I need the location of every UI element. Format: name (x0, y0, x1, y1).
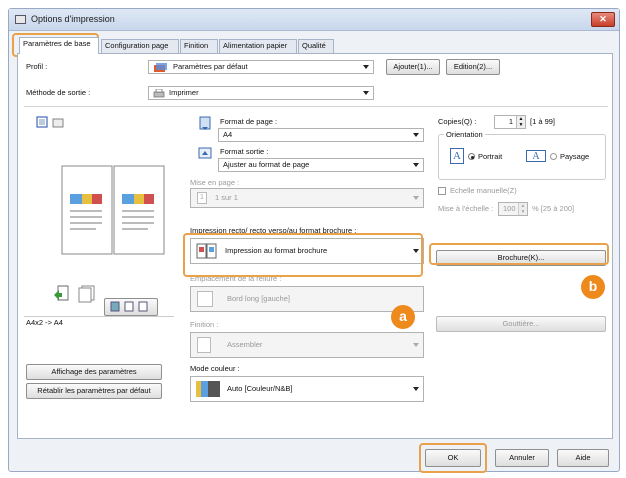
landscape-label: Paysage (560, 152, 590, 161)
scale-input[interactable]: 100 ▲ ▼ (498, 202, 528, 216)
tab-page-setup[interactable]: Configuration page (101, 39, 179, 53)
stack-icon (78, 285, 95, 303)
profile-icon (154, 63, 167, 72)
scale-label: Mise à l'échelle : (438, 204, 494, 213)
rotate-left-icon (54, 285, 69, 301)
preview-mode-icons (36, 116, 64, 128)
page-size-icon (199, 116, 211, 130)
close-button[interactable]: ✕ (591, 12, 615, 27)
divider (24, 106, 608, 107)
finishing-label: Finition : (190, 320, 219, 329)
page-size-select[interactable]: A4 (218, 128, 424, 142)
tab-paper-source[interactable]: Alimentation papier (219, 39, 297, 53)
callout-badge-a: a (391, 305, 415, 329)
output-method-label: Méthode de sortie : (26, 88, 91, 97)
edit-profile-button[interactable]: Edition(2)... (446, 59, 500, 75)
landscape-radio[interactable] (550, 153, 557, 160)
binding-select[interactable]: Bord long [gauche] (190, 286, 424, 312)
window-title: Options d'impression (31, 14, 115, 24)
scale-range: % [25 à 200] (532, 204, 575, 213)
output-method-select[interactable]: Imprimer (148, 86, 374, 100)
ok-highlight (419, 443, 487, 473)
output-size-label: Format sortie : (220, 147, 269, 156)
color-mode-icon (196, 381, 220, 397)
preview-divider (24, 316, 174, 317)
portrait-glyph: A (450, 148, 464, 164)
portrait-label: Portrait (478, 152, 503, 161)
copies-input[interactable]: 1 ▲ ▼ (494, 115, 526, 129)
callout-badge-b: b (581, 275, 605, 299)
printer-icon (15, 15, 26, 24)
gutter-button[interactable]: Gouttière... (436, 316, 606, 332)
tab-basic-settings[interactable]: Paramètres de base (19, 37, 99, 54)
color-mode-select[interactable]: Auto [Couleur/N&B] (190, 376, 424, 402)
help-button[interactable]: Aide (557, 449, 609, 467)
show-settings-button[interactable]: Affichage des paramètres (26, 364, 162, 380)
profile-select[interactable]: Paramètres par défaut (148, 60, 374, 74)
preview-toggle-button[interactable] (104, 298, 158, 316)
print-icon (153, 89, 165, 98)
profile-label: Profil : (26, 62, 48, 71)
orientation-label: Orientation (444, 130, 485, 139)
color-mode-label: Mode couleur : (190, 364, 240, 373)
booklet-highlight (429, 243, 609, 265)
copies-range: [1 à 99] (530, 117, 556, 126)
portrait-radio[interactable] (468, 153, 475, 160)
manual-scaling-checkbox[interactable] (438, 187, 446, 195)
output-size-select[interactable]: Ajuster au format de page (218, 158, 424, 172)
title-bar: Options d'impression ✕ (9, 9, 619, 31)
landscape-glyph: A (526, 150, 546, 162)
cancel-button[interactable]: Annuler (495, 449, 549, 467)
manual-scaling-label: Echelle manuelle(Z) (450, 186, 517, 195)
tab-finishing[interactable]: Finition (180, 39, 218, 53)
output-size-icon (198, 147, 212, 159)
layout-select[interactable]: 1 1 sur 1 (190, 188, 424, 208)
booklet-preview (61, 165, 165, 255)
finishing-select[interactable]: Assembler (190, 332, 424, 358)
tab-quality[interactable]: Qualité (298, 39, 334, 53)
duplex-highlight (183, 233, 423, 277)
page-size-label: Format de page : (220, 117, 278, 126)
layout-label: Mise en page : (190, 178, 240, 187)
print-options-dialog: Options d'impression ✕ Paramètres de bas… (8, 8, 620, 473)
restore-defaults-button[interactable]: Rétablir les paramètres par défaut (26, 383, 162, 399)
preview-caption: A4x2 -> A4 (26, 318, 63, 327)
preview-toggle-icons (110, 301, 148, 312)
add-profile-button[interactable]: Ajouter(1)... (386, 59, 440, 75)
copies-label: Copies(Q) : (438, 117, 477, 126)
